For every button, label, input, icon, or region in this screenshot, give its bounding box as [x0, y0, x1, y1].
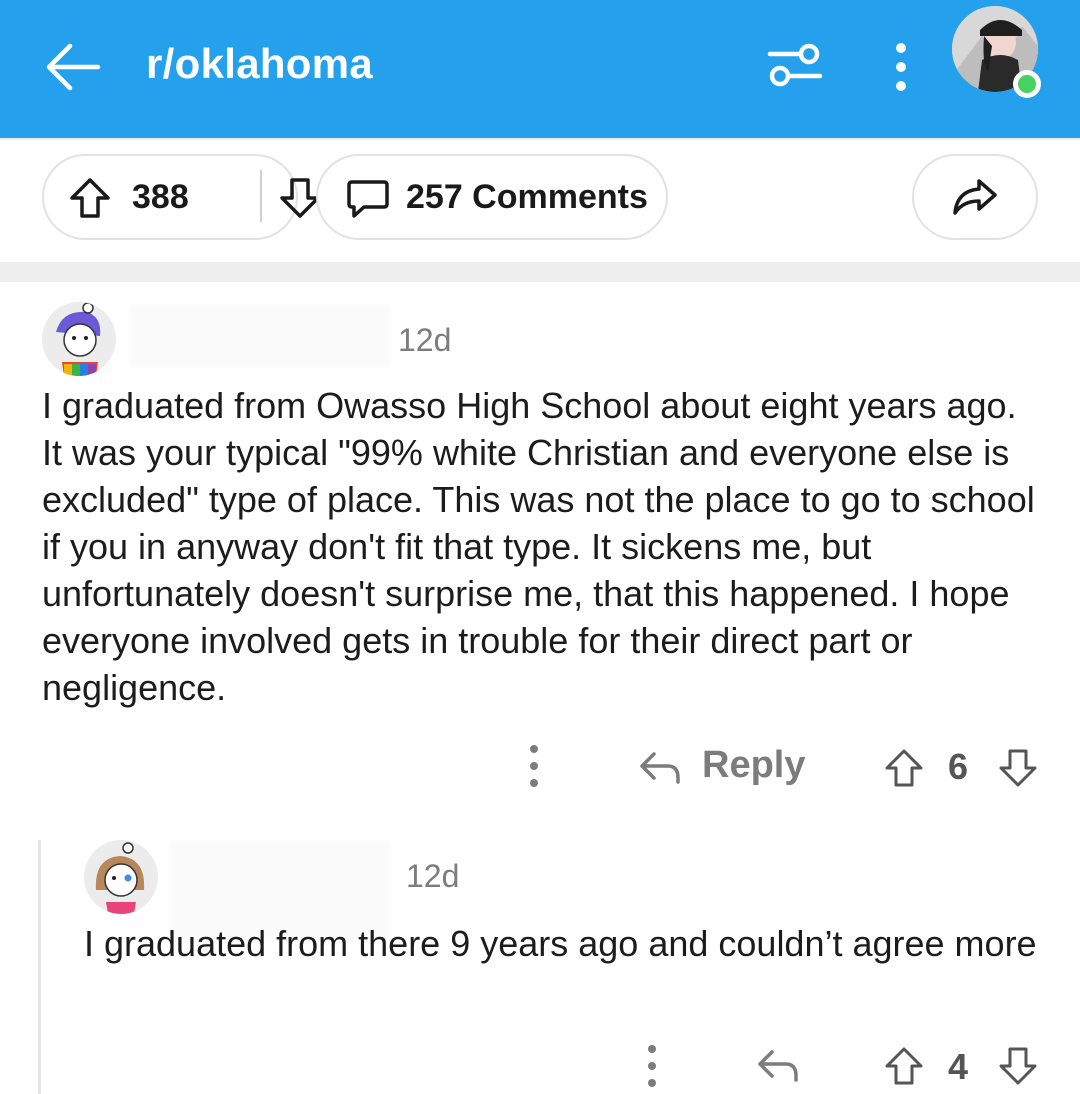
upvote-icon[interactable]	[884, 748, 924, 788]
redacted-username	[130, 304, 390, 368]
downvote-icon[interactable]	[998, 748, 1038, 788]
app-bar: r/oklahoma	[0, 0, 1080, 138]
comment-age: 12d	[398, 322, 452, 358]
commenter-avatar[interactable]	[84, 840, 158, 914]
post-score: 388	[132, 178, 189, 216]
online-status-indicator	[1013, 70, 1041, 98]
post-action-bar: 388 257 Comments	[0, 138, 1080, 262]
comment-score: 4	[948, 1046, 969, 1087]
more-vertical-icon[interactable]	[642, 1044, 662, 1088]
vote-control: 388	[42, 154, 320, 240]
comments-button[interactable]: 257 Comments	[316, 154, 668, 240]
comment-age: 12d	[406, 858, 460, 894]
commenter-avatar[interactable]	[42, 302, 116, 376]
filter-icon[interactable]	[766, 40, 824, 90]
comments-count: 257 Comments	[406, 178, 648, 216]
back-arrow-icon[interactable]	[42, 36, 104, 98]
section-divider	[0, 262, 1080, 282]
comment-body: I graduated from Owasso High School abou…	[42, 385, 1035, 708]
comment: 12d I graduated from Owasso High School …	[0, 282, 1080, 802]
reply-button[interactable]: Reply	[702, 744, 805, 787]
more-vertical-icon[interactable]	[884, 40, 918, 94]
share-button[interactable]	[912, 154, 1038, 240]
share-icon	[953, 179, 997, 215]
comment-reply: 12d I graduated from there 9 years ago a…	[0, 820, 1080, 1094]
upvote-icon[interactable]	[68, 176, 112, 220]
comment-body: I graduated from there 9 years ago and c…	[84, 923, 1037, 964]
reply-icon[interactable]	[638, 748, 682, 788]
reply-icon[interactable]	[756, 1046, 800, 1086]
downvote-icon[interactable]	[998, 1046, 1038, 1086]
more-vertical-icon[interactable]	[524, 744, 544, 788]
comment-icon	[347, 180, 389, 218]
subreddit-title[interactable]: r/oklahoma	[146, 40, 373, 88]
vote-separator	[260, 170, 262, 222]
upvote-icon[interactable]	[884, 1046, 924, 1086]
comment-score: 6	[948, 746, 969, 787]
